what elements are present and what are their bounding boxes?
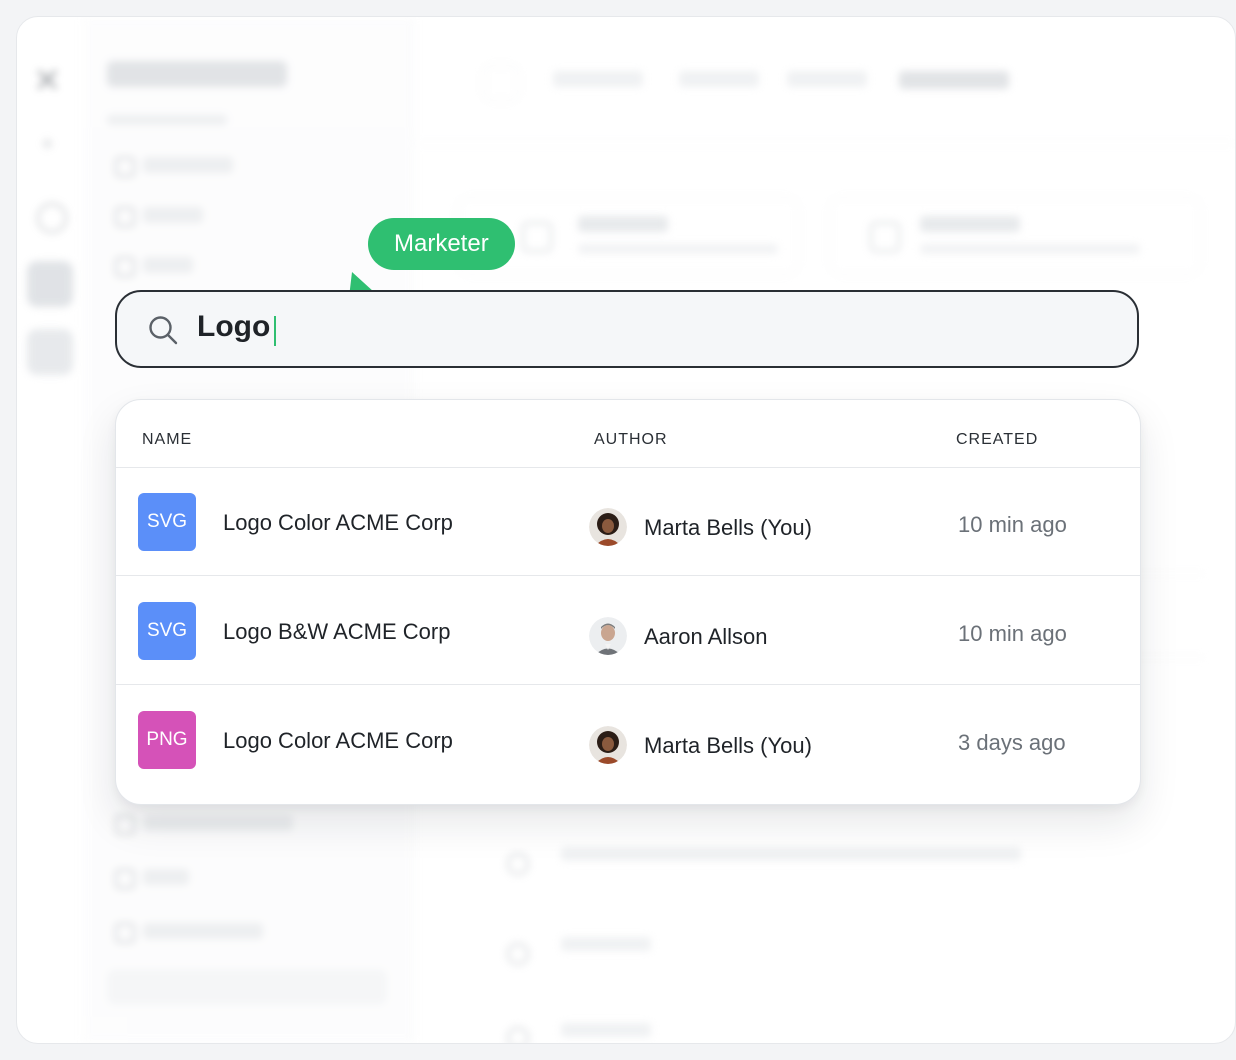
nav-item [143, 815, 293, 831]
file-name: Logo Color ACME Corp [223, 510, 453, 535]
table-row[interactable]: PNG Logo Color ACME Corp Marta Bells (Yo… [116, 685, 1140, 793]
page-icon [507, 853, 529, 875]
avatar [589, 508, 627, 546]
search-results-panel: NAME AUTHOR CREATED SVG Logo Color ACME … [115, 399, 1141, 805]
nav-icon [115, 815, 135, 835]
page-icon [522, 222, 552, 252]
nav-icon [115, 207, 135, 227]
avatar [589, 726, 627, 764]
workspace-subtitle [107, 115, 227, 125]
list-line [561, 1023, 651, 1037]
search-bar[interactable]: Logo [115, 290, 1139, 368]
back-button [483, 65, 519, 101]
created-time: 10 min ago [958, 512, 1067, 537]
file-type-badge: SVG [138, 602, 196, 660]
author-name: Marta Bells (You) [644, 515, 812, 540]
page-icon [507, 943, 529, 965]
table-row[interactable]: SVG Logo B&W ACME Corp Aaron Allson 10 m… [116, 576, 1140, 685]
created-time: 10 min ago [958, 621, 1067, 646]
table-row[interactable]: SVG Logo Color ACME Corp Marta Bells (Yo… [116, 467, 1140, 576]
column-header-name[interactable]: NAME [142, 431, 192, 449]
nav-item [143, 923, 263, 939]
breadcrumb-item [787, 71, 867, 87]
new-folder-card [829, 197, 1201, 275]
app-logo-icon: ✕ [33, 61, 62, 101]
home-icon [37, 203, 67, 233]
folder-icon [870, 222, 900, 252]
text-caret [274, 316, 276, 346]
breadcrumb-item [679, 71, 759, 87]
workspace-tile [27, 329, 73, 375]
workspace-title [107, 61, 287, 87]
file-name: Logo B&W ACME Corp [223, 619, 451, 644]
search-input[interactable]: Logo [197, 310, 270, 344]
breadcrumb-current [899, 71, 1009, 89]
file-type-badge: SVG [138, 493, 196, 551]
file-name: Logo Color ACME Corp [223, 728, 453, 753]
nav-item [143, 207, 203, 223]
top-bar [413, 17, 1235, 144]
card-title [578, 216, 668, 232]
page-icon [507, 1027, 529, 1043]
avatar [589, 617, 627, 655]
nav-icon [115, 157, 135, 177]
app-rail: ✕ + [17, 17, 84, 1043]
card-title [920, 216, 1020, 232]
column-header-author[interactable]: AUTHOR [594, 431, 668, 449]
column-header-created[interactable]: CREATED [956, 431, 1038, 449]
nav-item [143, 257, 193, 273]
add-icon: + [41, 131, 54, 156]
nav-icon [115, 257, 135, 277]
card-subtitle [920, 244, 1140, 254]
card-subtitle [578, 244, 778, 254]
nav-icon [115, 869, 135, 889]
marketer-tooltip: Marketer [368, 218, 515, 270]
workspace-tile [27, 261, 73, 307]
nav-icon [115, 923, 135, 943]
file-type-badge: PNG [138, 711, 196, 769]
table-header: NAME AUTHOR CREATED [116, 400, 1140, 468]
author-name: Aaron Allson [644, 624, 768, 649]
author-name: Marta Bells (You) [644, 733, 812, 758]
search-icon [149, 316, 178, 345]
breadcrumb-item [553, 71, 643, 87]
nav-item [107, 969, 387, 1005]
list-line [561, 847, 1021, 861]
created-time: 3 days ago [958, 730, 1066, 755]
nav-item [143, 157, 233, 173]
list-line [561, 937, 651, 951]
nav-item [143, 869, 189, 885]
